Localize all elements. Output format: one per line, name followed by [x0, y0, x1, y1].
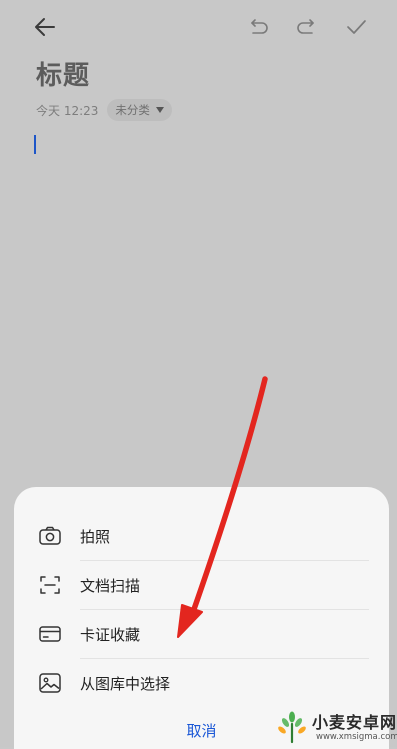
- category-label: 未分类: [115, 103, 150, 117]
- menu-item-document-scan[interactable]: 文档扫描: [14, 561, 389, 609]
- menu-item-label: 拍照: [80, 527, 111, 546]
- watermark-url: www.xmsigma.com: [316, 732, 397, 742]
- camera-icon: [38, 525, 62, 547]
- text-cursor: [34, 135, 36, 154]
- top-toolbar: [0, 0, 397, 56]
- scan-icon: [38, 574, 62, 596]
- wheat-logo-icon: [278, 711, 306, 744]
- redo-icon[interactable]: [292, 12, 322, 42]
- menu-item-label: 从图库中选择: [80, 674, 171, 693]
- note-meta: 今天 12:23 未分类: [36, 99, 172, 121]
- menu-item-gallery[interactable]: 从图库中选择: [14, 659, 389, 707]
- watermark-name: 小麦安卓网: [312, 713, 397, 732]
- menu-item-label: 卡证收藏: [80, 625, 141, 644]
- menu-item-card-collection[interactable]: 卡证收藏: [14, 610, 389, 658]
- check-icon[interactable]: [341, 12, 371, 42]
- card-icon: [38, 623, 62, 645]
- menu-item-label: 文档扫描: [80, 576, 141, 595]
- menu-item-camera[interactable]: 拍照: [14, 512, 389, 560]
- note-title[interactable]: 标题: [36, 55, 90, 92]
- caret-down-icon: [155, 107, 164, 113]
- gallery-icon: [38, 672, 62, 694]
- watermark: 小麦安卓网 www.xmsigma.com: [268, 708, 397, 747]
- note-editor-screen: 标题 今天 12:23 未分类 拍照 文档扫描 卡证收藏 从图库中选择 取消 小…: [0, 0, 397, 749]
- note-timestamp: 今天 12:23: [36, 103, 99, 118]
- category-dropdown[interactable]: 未分类: [107, 99, 172, 121]
- undo-icon[interactable]: [243, 12, 273, 42]
- back-arrow-icon[interactable]: [30, 12, 60, 42]
